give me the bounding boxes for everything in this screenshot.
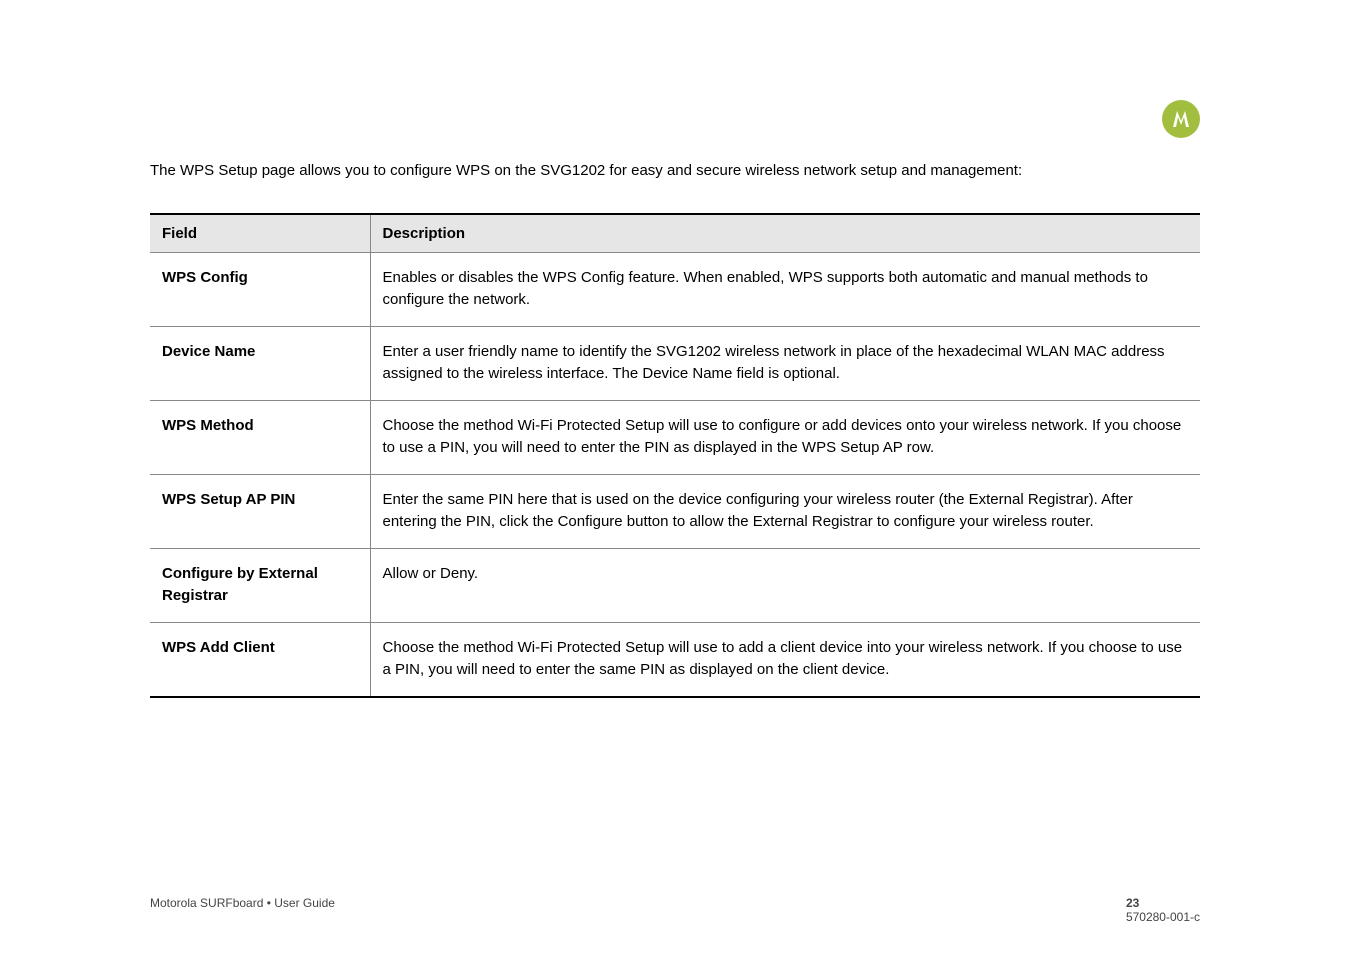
header-field: Field xyxy=(150,214,370,253)
field-name: WPS Setup AP PIN xyxy=(150,474,370,548)
field-name: WPS Add Client xyxy=(150,622,370,697)
footer-right: 23 570280-001-c xyxy=(1126,896,1200,924)
table-row: WPS Config Enables or disables the WPS C… xyxy=(150,252,1200,326)
field-description: Choose the method Wi-Fi Protected Setup … xyxy=(370,400,1200,474)
table-row: WPS Add Client Choose the method Wi-Fi P… xyxy=(150,622,1200,697)
table-row: WPS Setup AP PIN Enter the same PIN here… xyxy=(150,474,1200,548)
brand-logo xyxy=(1162,100,1200,138)
header-description: Description xyxy=(370,214,1200,253)
footer-left: Motorola SURFboard • User Guide xyxy=(150,896,335,924)
field-description: Enter a user friendly name to identify t… xyxy=(370,326,1200,400)
table-row: Device Name Enter a user friendly name t… xyxy=(150,326,1200,400)
field-name: WPS Method xyxy=(150,400,370,474)
field-description: Choose the method Wi-Fi Protected Setup … xyxy=(370,622,1200,697)
table-row: Configure by External Registrar Allow or… xyxy=(150,548,1200,622)
field-name: Configure by External Registrar xyxy=(150,548,370,622)
wps-fields-table: Field Description WPS Config Enables or … xyxy=(150,213,1200,698)
field-name: WPS Config xyxy=(150,252,370,326)
motorola-icon xyxy=(1169,107,1193,131)
table-header-row: Field Description xyxy=(150,214,1200,253)
doc-code: 570280-001-c xyxy=(1126,910,1200,924)
intro-paragraph: The WPS Setup page allows you to configu… xyxy=(150,160,1200,183)
field-description: Enables or disables the WPS Config featu… xyxy=(370,252,1200,326)
field-name: Device Name xyxy=(150,326,370,400)
field-description: Allow or Deny. xyxy=(370,548,1200,622)
field-description: Enter the same PIN here that is used on … xyxy=(370,474,1200,548)
table-row: WPS Method Choose the method Wi-Fi Prote… xyxy=(150,400,1200,474)
page-footer: Motorola SURFboard • User Guide 23 57028… xyxy=(150,896,1200,924)
page-number: 23 xyxy=(1126,896,1139,910)
